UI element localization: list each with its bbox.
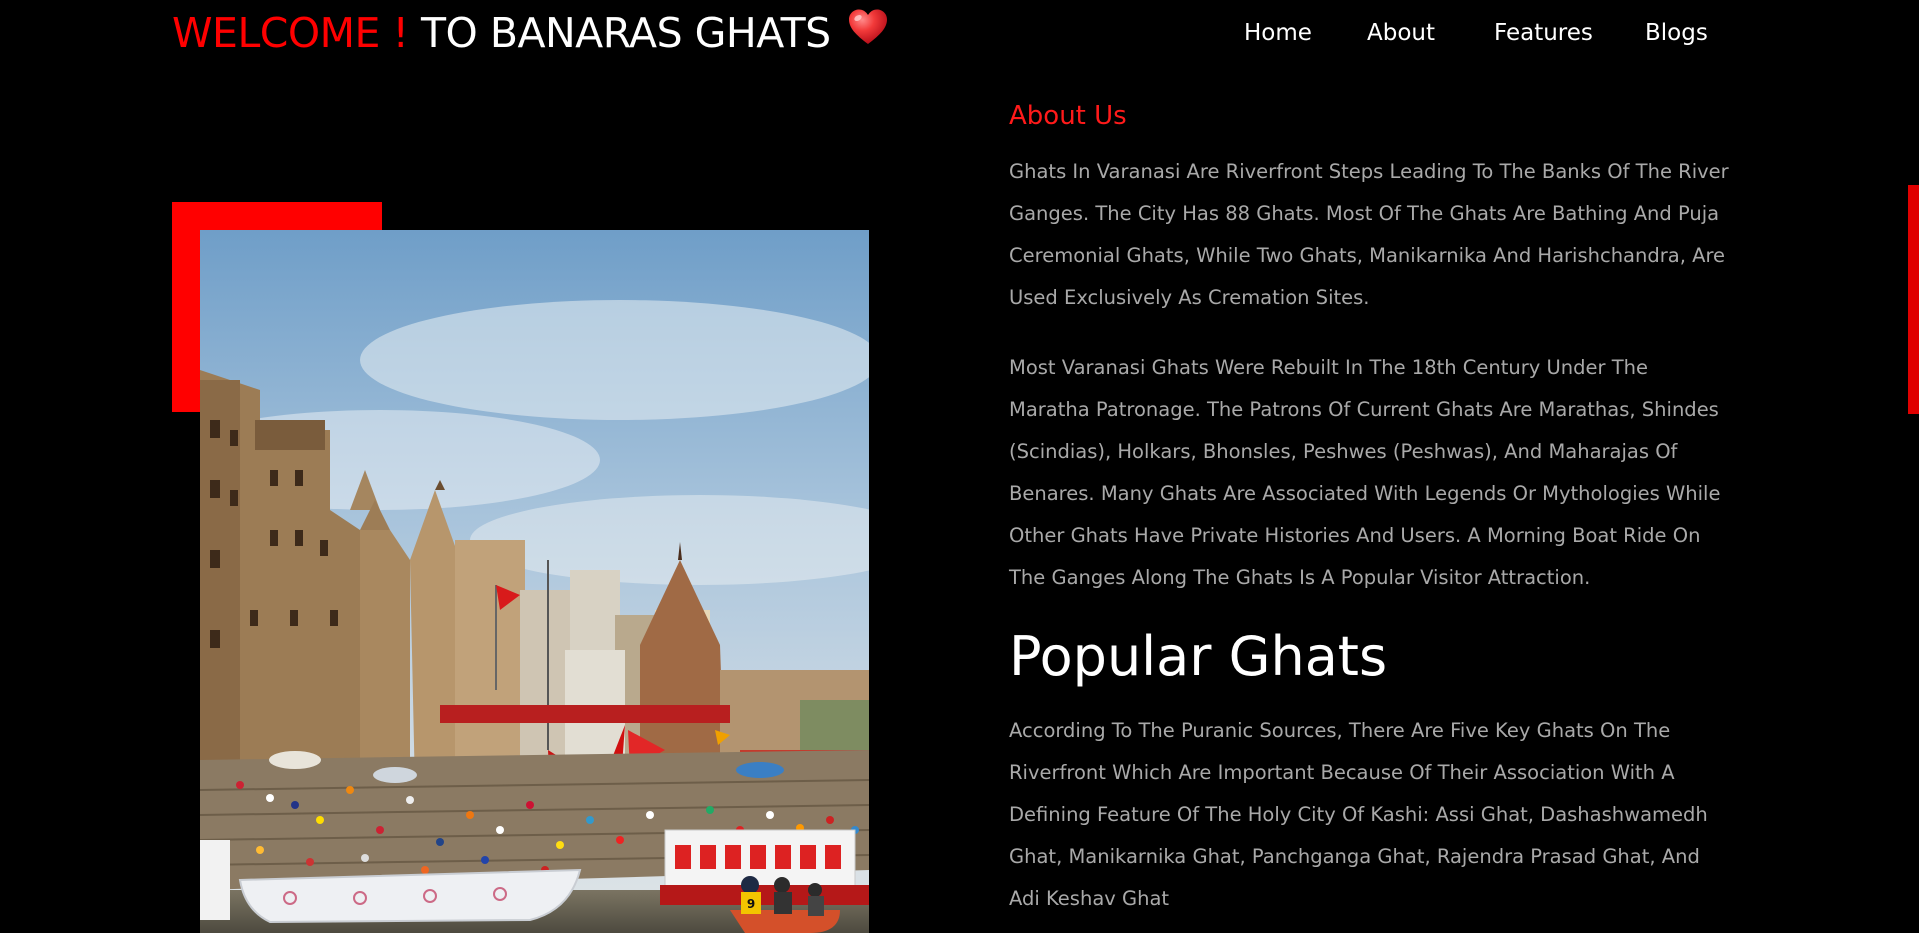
boat-number: 9 bbox=[747, 897, 755, 911]
about-paragraph-1: Ghats In Varanasi Are Riverfront Steps L… bbox=[1009, 160, 1729, 309]
site-logo[interactable]: WELCOME ! TO BANARAS GHATS bbox=[172, 8, 889, 58]
brand-title: TO BANARAS GHATS bbox=[408, 9, 831, 57]
nav-about-link[interactable]: About bbox=[1367, 17, 1435, 49]
heart-icon bbox=[847, 7, 889, 57]
popular-ghats-paragraph: According To The Puranic Sources, There … bbox=[1009, 719, 1708, 910]
nav-features-link[interactable]: Features bbox=[1494, 17, 1593, 49]
brand-welcome: WELCOME ! bbox=[172, 9, 409, 57]
page: WELCOME ! TO BANARAS GHATS Home About Fe… bbox=[0, 0, 1919, 933]
nav-blogs-link[interactable]: Blogs bbox=[1645, 17, 1708, 49]
about-paragraph-2: Most Varanasi Ghats Were Rebuilt In The … bbox=[1009, 356, 1721, 589]
ghats-photo: SHRI GUEST HOUSE bbox=[200, 230, 869, 933]
scroll-indicator[interactable] bbox=[1908, 185, 1919, 414]
nav-home-link[interactable]: Home bbox=[1244, 17, 1312, 49]
about-heading: About Us bbox=[1009, 101, 1127, 131]
popular-ghats-heading: Popular Ghats bbox=[1009, 625, 1388, 688]
